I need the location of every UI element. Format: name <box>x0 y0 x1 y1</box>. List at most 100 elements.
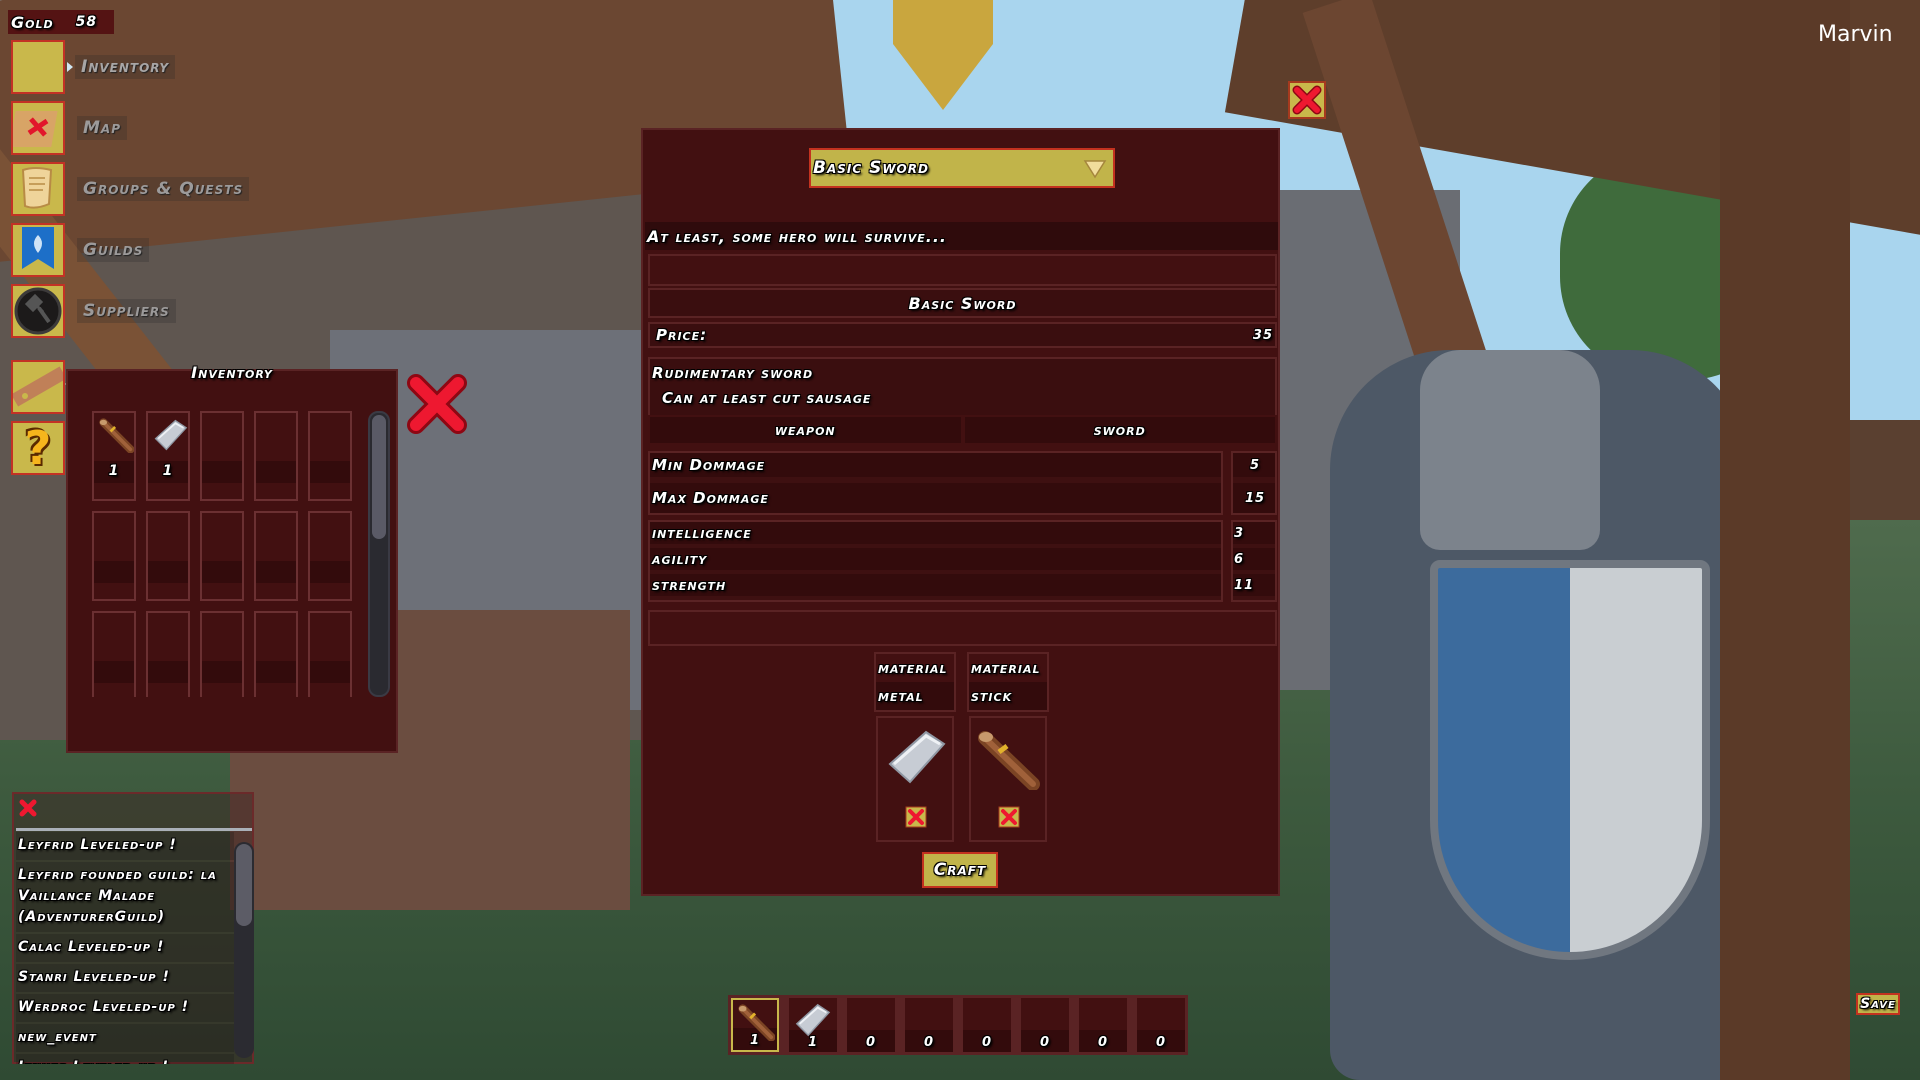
material-header-label: material <box>971 659 1041 677</box>
menu-item-groups-quests[interactable]: Groups & Quests <box>11 162 271 216</box>
inventory-slot[interactable] <box>200 511 244 601</box>
material-header-label: material <box>878 659 948 677</box>
event-log-scrollbar[interactable] <box>234 842 254 1058</box>
damage-values: 5 15 <box>1231 451 1277 515</box>
count-bar <box>202 561 242 583</box>
inventory-scrollbar[interactable] <box>368 411 390 697</box>
menu-label: Inventory <box>75 55 176 79</box>
stat-label: agility <box>650 548 1221 574</box>
flavor-text: At least, some hero will survive... <box>645 222 1278 250</box>
inventory-slot[interactable] <box>308 411 352 501</box>
inventory-slot[interactable] <box>254 411 298 501</box>
remove-material-button[interactable] <box>905 806 927 828</box>
log-entry: Stanri Leveled-up ! <box>16 964 234 992</box>
hotbar-slot[interactable]: 0 <box>1021 998 1069 1052</box>
item-count: 0 <box>981 1035 993 1050</box>
item-count: 1 <box>162 463 174 479</box>
inventory-slot[interactable] <box>92 611 136 697</box>
metal-ingot-icon <box>888 730 946 784</box>
count-bar <box>202 461 242 483</box>
item-count: 0 <box>1155 1035 1167 1050</box>
log-entry: Werdroc Leveled-up ! <box>16 994 234 1022</box>
menu-label: Guilds <box>77 238 150 262</box>
event-log-list: Leyfrid Leveled-up ! Leyfrid founded guil… <box>16 832 234 1064</box>
inventory-slot[interactable] <box>200 411 244 501</box>
hotbar-slot[interactable]: 1 <box>789 998 837 1052</box>
map-icon <box>11 101 65 155</box>
craft-button[interactable]: Craft <box>922 852 998 888</box>
recipe-dropdown[interactable]: Basic Sword <box>809 148 1115 188</box>
price-row: Price: 35 <box>648 322 1277 348</box>
inventory-grid: 11 <box>92 411 352 697</box>
scrollbar-thumb[interactable] <box>236 844 252 926</box>
event-log: Leyfrid Leveled-up ! Leyfrid founded guil… <box>12 792 254 1064</box>
count-bar <box>256 461 296 483</box>
material-header: material metal <box>874 652 956 712</box>
material-drop-slot[interactable] <box>876 716 954 842</box>
log-entry: new_event <box>16 1024 234 1052</box>
gold-counter: Gold 58 <box>8 10 114 34</box>
menu-label: Map <box>77 116 127 140</box>
hotbar-slot[interactable]: 0 <box>847 998 895 1052</box>
item-subtype: sword <box>964 417 1275 443</box>
player-name: Marvin <box>1818 22 1893 47</box>
item-type: weapon <box>650 417 961 443</box>
log-entry: Calac Leveled-up ! <box>16 934 234 962</box>
price-value: 35 <box>1252 327 1273 343</box>
scrollbar-thumb[interactable] <box>372 415 386 539</box>
count-bar <box>148 561 188 583</box>
gold-value: 58 <box>75 14 98 30</box>
hotbar: 1 1 0 0 0 0 0 0 <box>728 995 1188 1055</box>
hotbar-slot[interactable]: 0 <box>1137 998 1185 1052</box>
menu-item-inventory[interactable]: Inventory <box>11 40 271 94</box>
menu-item-map[interactable]: Map <box>11 101 271 155</box>
stat-label: strength <box>650 574 1221 600</box>
count-bar <box>256 561 296 583</box>
stat-value: 6 <box>1233 548 1275 574</box>
stat-value: 5 <box>1233 453 1275 483</box>
inventory-slot[interactable] <box>308 611 352 697</box>
inventory-title: Inventory <box>191 363 273 382</box>
attribute-stats: intelligence agility strength 3 6 11 <box>648 520 1277 606</box>
chevron-down-icon <box>1083 160 1107 179</box>
stat-value: 11 <box>1233 574 1275 600</box>
description-line: Rudimentary sword <box>652 364 814 382</box>
material-kind: stick <box>969 682 1047 710</box>
event-log-close-button[interactable] <box>18 798 38 818</box>
inventory-slot[interactable] <box>254 611 298 697</box>
hotbar-slot[interactable]: 0 <box>1079 998 1127 1052</box>
inventory-slot[interactable] <box>92 511 136 601</box>
inventory-slot[interactable]: 1 <box>92 411 136 501</box>
menu-item-suppliers[interactable]: Suppliers <box>11 284 271 338</box>
item-type-row: weapon sword <box>648 415 1277 445</box>
wooden-stick-icon <box>99 418 134 453</box>
material-drop-slot[interactable] <box>969 716 1047 842</box>
log-entry: Jenhes Leveled-up ! <box>16 1054 234 1064</box>
inventory-slot[interactable]: 1 <box>146 411 190 501</box>
count-bar <box>94 661 134 683</box>
save-button[interactable]: Save <box>1856 993 1900 1015</box>
inventory-slot[interactable] <box>308 511 352 601</box>
hotbar-slot[interactable]: 1 <box>731 998 779 1052</box>
attribute-values: 3 6 11 <box>1231 520 1277 602</box>
count-bar <box>310 661 350 683</box>
crafting-close-button[interactable] <box>1288 81 1326 119</box>
stat-value: 15 <box>1233 483 1275 513</box>
item-count: 0 <box>865 1035 877 1050</box>
inventory-slot[interactable] <box>146 511 190 601</box>
stat-value: 3 <box>1233 522 1275 548</box>
empty-row <box>648 610 1277 646</box>
menu-item-guilds[interactable]: Guilds <box>11 223 271 277</box>
inventory-close-button[interactable] <box>404 371 470 437</box>
damage-labels: Min Dommage Max Dommage <box>648 451 1223 515</box>
guild-banner-icon <box>11 223 65 277</box>
inventory-slot[interactable] <box>200 611 244 697</box>
menu-item-crafting[interactable] <box>11 360 71 414</box>
hotbar-slot[interactable]: 0 <box>905 998 953 1052</box>
inventory-slot[interactable] <box>146 611 190 697</box>
remove-material-button[interactable] <box>998 806 1020 828</box>
hotbar-slot[interactable]: 0 <box>963 998 1011 1052</box>
inventory-slot[interactable] <box>254 511 298 601</box>
stat-label: intelligence <box>650 522 1221 548</box>
menu-item-help[interactable]: ? <box>11 421 71 475</box>
